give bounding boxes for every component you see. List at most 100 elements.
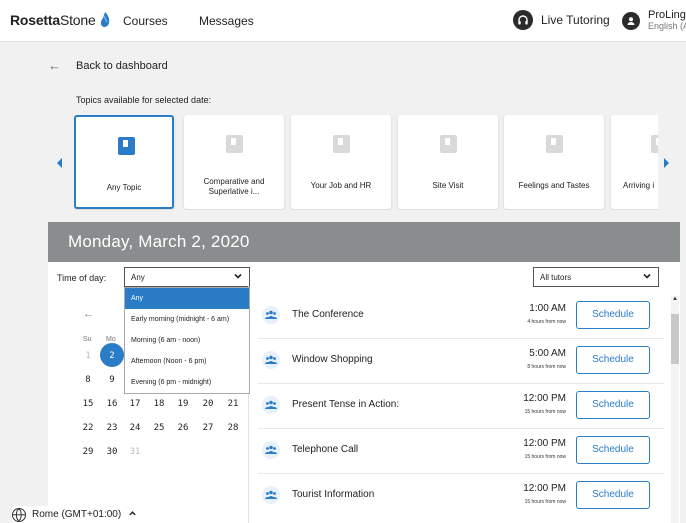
logo-mark-icon	[100, 12, 109, 27]
time-of-day-dropdown: Any Early morning (midnight - 6 am) Morn…	[124, 287, 250, 394]
calendar-day[interactable]: 20	[198, 399, 218, 409]
session-row: Tourist Information 12:00 PM 15 hours fr…	[258, 474, 664, 519]
book-icon	[440, 135, 457, 153]
sessions-scrollbar[interactable]: ▲	[671, 296, 679, 523]
session-time: 5:00 AM	[529, 348, 566, 359]
session-time: 1:00 AM	[529, 303, 566, 314]
calendar-day[interactable]: 18	[149, 399, 169, 409]
option-morning[interactable]: Morning (6 am - noon)	[125, 330, 249, 351]
chevron-down-icon	[233, 271, 243, 284]
topic-card-any[interactable]: Any Topic	[74, 115, 174, 209]
session-title: Telephone Call	[292, 444, 359, 455]
nav-messages[interactable]: Messages	[199, 14, 254, 28]
calendar-day[interactable]: 30	[102, 447, 122, 457]
globe-icon	[12, 507, 26, 522]
nav-courses[interactable]: Courses	[123, 14, 168, 28]
top-nav: Rosetta Stone Courses Messages Live Tutor…	[0, 0, 686, 42]
calendar-day[interactable]: 1	[78, 351, 98, 361]
schedule-button[interactable]: Schedule	[576, 346, 650, 374]
session-relative-time: 15 hours from now	[524, 409, 566, 415]
session-row: Present Tense in Action: 12:00 PM 15 hou…	[258, 384, 664, 429]
session-relative-time: 15 hours from now	[524, 499, 566, 505]
book-icon	[546, 135, 563, 153]
calendar-day[interactable]: 8	[78, 375, 98, 385]
topic-card[interactable]: Site Visit	[398, 115, 498, 209]
schedule-button[interactable]: Schedule	[576, 391, 650, 419]
arrow-left-icon: ←	[48, 58, 61, 73]
calendar-day[interactable]: 23	[102, 423, 122, 433]
session-relative-time: 8 hours from now	[527, 364, 566, 370]
book-icon	[226, 135, 243, 153]
session-title: Present Tense in Action:	[292, 399, 400, 410]
book-icon	[118, 137, 135, 155]
group-icon	[262, 441, 280, 459]
scroll-up-icon[interactable]: ▲	[672, 296, 678, 302]
calendar-day[interactable]: 27	[198, 423, 218, 433]
time-of-day-label: Time of day:	[57, 273, 107, 283]
rosetta-stone-logo[interactable]: Rosetta Stone	[10, 11, 111, 29]
calendar-day[interactable]: 17	[125, 399, 145, 409]
session-row: Window Shopping 5:00 AM 8 hours from now…	[258, 339, 664, 384]
session-title: Window Shopping	[292, 354, 373, 365]
calendar-day-selected[interactable]: 2	[102, 351, 122, 361]
calendar-day[interactable]: 31	[125, 447, 145, 457]
time-of-day-select[interactable]: Any	[124, 267, 250, 287]
headphones-icon	[513, 10, 533, 30]
group-icon	[262, 351, 280, 369]
topic-card[interactable]: Feelings and Tastes	[504, 115, 604, 209]
option-afternoon[interactable]: Afternoon (Noon - 6 pm)	[125, 351, 249, 372]
tutor-select[interactable]: All tutors	[533, 267, 659, 287]
book-icon	[651, 135, 658, 153]
option-evening[interactable]: Evening (6 pm - midnight)	[125, 372, 249, 393]
calendar-day[interactable]: 22	[78, 423, 98, 433]
live-tutoring-link[interactable]: Live Tutoring	[513, 10, 610, 30]
calendar-day[interactable]: 19	[173, 399, 193, 409]
session-relative-time: 4 hours from now	[527, 319, 566, 325]
scroll-thumb[interactable]	[671, 314, 679, 364]
topic-card[interactable]: Comparative and Superlative i...	[184, 115, 284, 209]
user-icon	[622, 12, 640, 30]
carousel-prev-icon[interactable]	[57, 158, 62, 168]
topic-card[interactable]: Your Job and HR	[291, 115, 391, 209]
calendar-prev-icon[interactable]: ←	[83, 308, 94, 320]
schedule-button[interactable]: Schedule	[576, 301, 650, 329]
calendar-day[interactable]: 25	[149, 423, 169, 433]
topics-heading: Topics available for selected date:	[76, 95, 212, 105]
session-time: 12:00 PM	[523, 393, 566, 404]
chevron-up-icon	[128, 509, 137, 520]
session-row: The Conference 1:00 AM 4 hours from now …	[258, 294, 664, 339]
option-early-morning[interactable]: Early morning (midnight - 6 am)	[125, 309, 249, 330]
session-row: Telephone Call 12:00 PM 15 hours from no…	[258, 429, 664, 474]
topic-carousel: Any Topic Comparative and Superlative i.…	[74, 115, 658, 210]
group-icon	[262, 396, 280, 414]
date-header: Monday, March 2, 2020	[48, 222, 680, 262]
calendar-day[interactable]: 9	[102, 375, 122, 385]
calendar-day[interactable]: 21	[223, 399, 243, 409]
session-time: 12:00 PM	[523, 483, 566, 494]
timezone-selector[interactable]: Rome (GMT+01:00)	[12, 506, 142, 523]
profile-menu[interactable]: ProLingu English (A	[622, 9, 686, 32]
profile-language: English (A	[648, 21, 686, 31]
carousel-next-icon[interactable]	[664, 158, 669, 168]
back-to-dashboard-link[interactable]: ← Back to dashboard	[48, 58, 168, 73]
schedule-button[interactable]: Schedule	[576, 436, 650, 464]
profile-name: ProLingu	[648, 9, 686, 21]
weekday-label: Mo	[106, 336, 116, 343]
calendar-day[interactable]: 29	[78, 447, 98, 457]
calendar-day[interactable]: 26	[173, 423, 193, 433]
calendar-day[interactable]: 15	[78, 399, 98, 409]
option-any[interactable]: Any	[125, 288, 249, 309]
group-icon	[262, 306, 280, 324]
calendar-day[interactable]: 24	[125, 423, 145, 433]
session-title: Tourist Information	[292, 489, 375, 500]
session-relative-time: 15 hours from now	[524, 454, 566, 460]
topic-card[interactable]: Arriving i	[611, 115, 658, 209]
session-title: The Conference	[292, 309, 364, 320]
chevron-down-icon	[642, 271, 652, 284]
session-time: 12:00 PM	[523, 438, 566, 449]
calendar-day[interactable]: 28	[223, 423, 243, 433]
calendar-day[interactable]: 16	[102, 399, 122, 409]
group-icon	[262, 486, 280, 504]
book-icon	[333, 135, 350, 153]
schedule-button[interactable]: Schedule	[576, 481, 650, 509]
